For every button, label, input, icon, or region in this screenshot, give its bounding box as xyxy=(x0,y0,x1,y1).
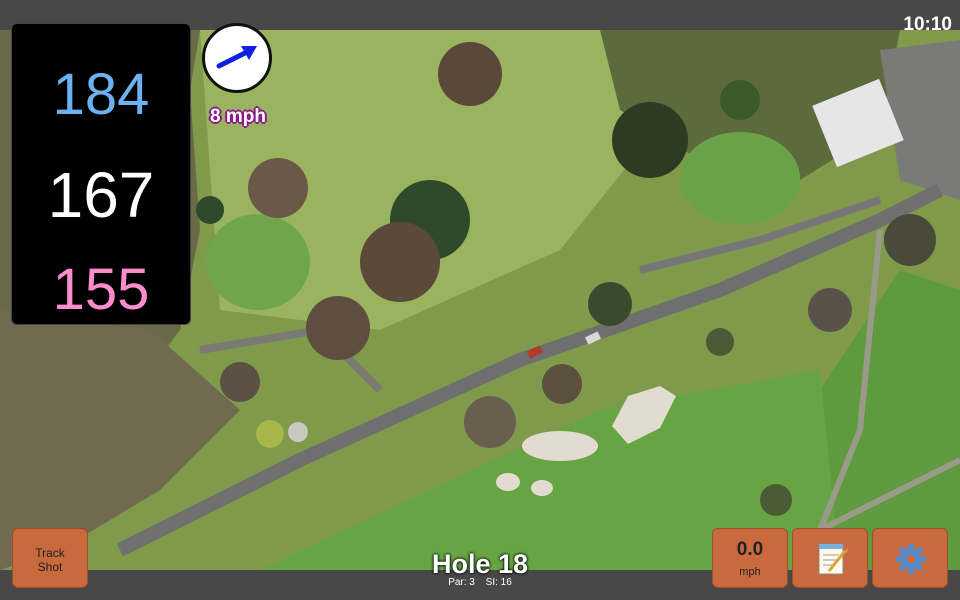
distance-back: 184 xyxy=(52,62,150,127)
speed-button[interactable]: 0.0 mph xyxy=(712,528,788,588)
distance-front: 155 xyxy=(52,257,150,322)
wind-speed: 8 mph xyxy=(210,106,266,127)
gear-icon xyxy=(896,544,926,574)
wind-indicator xyxy=(202,23,272,93)
track-shot-button[interactable]: Track Shot xyxy=(12,528,88,588)
hole-par: Par: 3 xyxy=(448,577,475,588)
speed-unit: mph xyxy=(739,566,761,578)
hole-si: SI: 16 xyxy=(485,577,512,588)
hole-title: Hole 18 xyxy=(431,549,529,579)
wind-arrow-icon xyxy=(216,46,257,69)
speed-value: 0.0 xyxy=(736,539,764,560)
track-shot-label-line2: Shot xyxy=(37,560,63,574)
track-shot-label-line1: Track xyxy=(35,546,65,560)
distance-panel: 184 167 155 xyxy=(11,23,191,325)
hole-meta: Par: 3 SI: 16 xyxy=(380,577,580,588)
distance-middle: 167 xyxy=(47,159,155,231)
settings-button[interactable] xyxy=(872,528,948,588)
notes-button[interactable] xyxy=(792,528,868,588)
clock: 10:10 xyxy=(903,14,952,35)
notepad-icon xyxy=(818,543,848,575)
